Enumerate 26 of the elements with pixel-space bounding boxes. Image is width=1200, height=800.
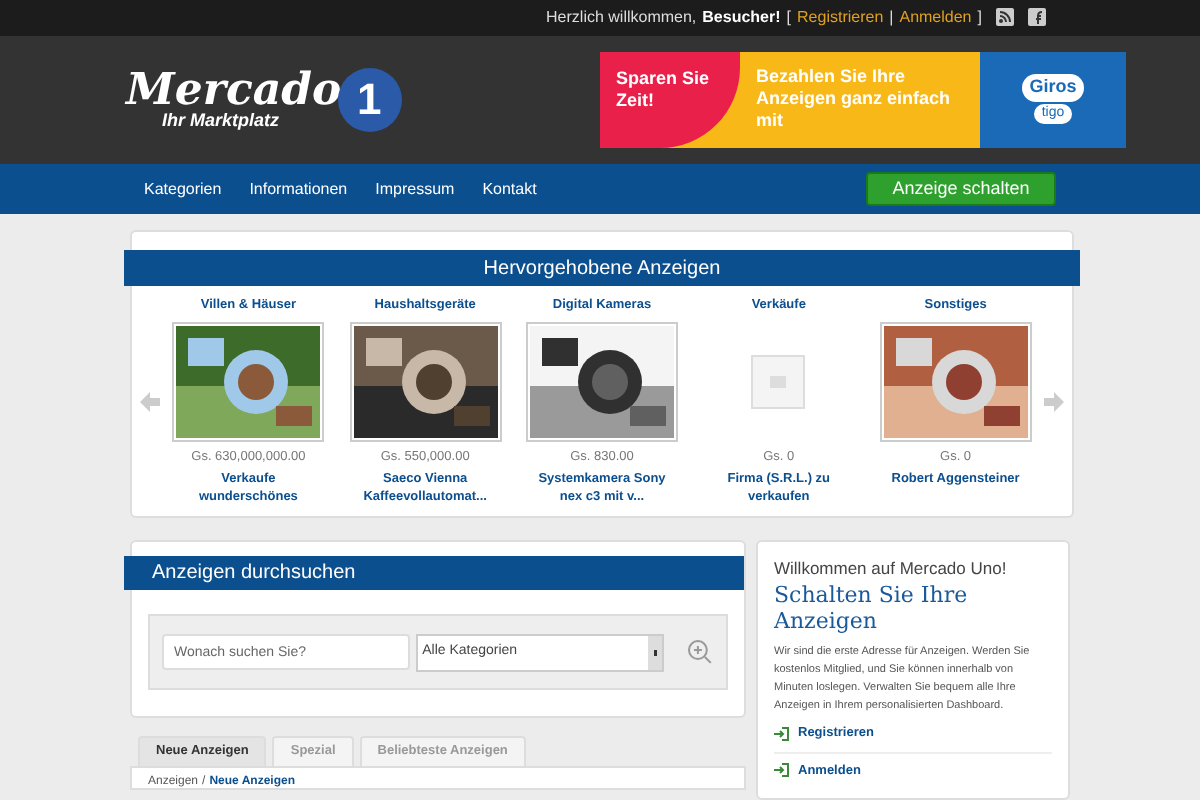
dropdown-icon [648,635,663,670]
login-icon [774,762,790,779]
logo-name: Mercado [126,68,342,113]
login-icon [774,725,790,742]
bracket: ] [977,5,982,30]
user-name: Besucher! [702,5,781,30]
facebook-icon[interactable] [1028,8,1046,27]
login-link[interactable]: Anmelden [899,5,972,30]
nav-link[interactable]: Informationen [249,177,348,202]
welcome-heading: Willkommen auf Mercado Uno! [774,556,1009,582]
welcome-title: Schalten Sie Ihre Anzeigen [774,581,970,634]
rss-icon[interactable] [996,8,1014,27]
logo-badge: 1 [337,67,402,132]
greeting-text: Herzlich willkommen, [546,5,697,30]
register-link[interactable]: Registrieren [797,5,884,30]
nav-link[interactable]: Impressum [375,177,455,202]
search-title: Anzeigen durchsuchen [152,560,356,589]
logo-tagline: Ihr Marktplatz [162,112,282,131]
banner-text: Bezahlen Sie Ihre Anzeigen ganz einfach mit [754,65,953,134]
bracket: [ [786,5,792,30]
banner-brand: Giros [1021,74,1085,102]
nav-link[interactable]: Kontakt [482,177,537,202]
banner-left-text: Sparen Sie Zeit! [600,51,740,148]
featured-title: Hervorgehobene Anzeigen [483,255,721,284]
separator: | [889,5,894,30]
nav-link[interactable]: Kategorien [144,177,222,202]
